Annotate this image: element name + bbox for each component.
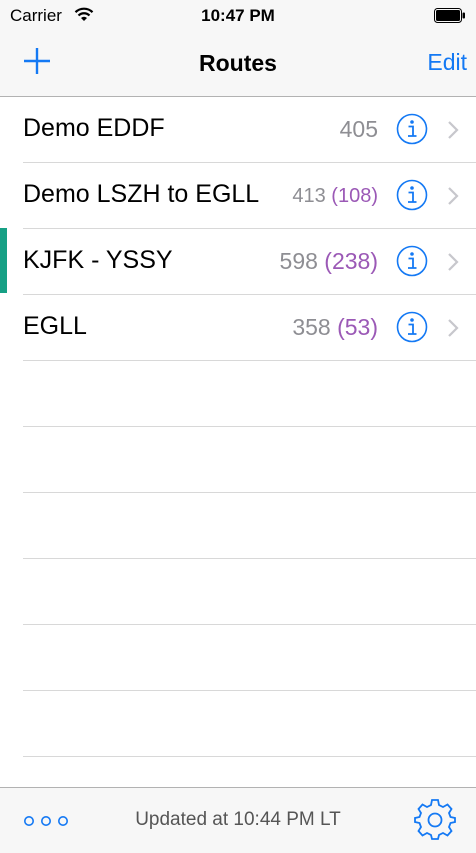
route-row[interactable]: Demo LSZH to EGLL 413 (108) bbox=[23, 163, 476, 229]
page-title: Routes bbox=[199, 50, 277, 76]
info-button[interactable] bbox=[396, 245, 428, 277]
route-row[interactable]: EGLL 358 (53) bbox=[23, 295, 476, 361]
routes-list: Demo EDDF 405 Demo LSZH to EGLL 413 (108… bbox=[0, 97, 476, 757]
route-row[interactable]: KJFK - YSSY 598 (238) bbox=[23, 229, 476, 295]
chevron-right-icon bbox=[447, 120, 459, 140]
chevron-right-icon bbox=[447, 186, 459, 206]
route-counts: 405 bbox=[340, 116, 378, 143]
chevron-right-icon bbox=[447, 252, 459, 272]
route-subcount: (238) bbox=[324, 248, 378, 274]
route-name: Demo EDDF bbox=[23, 114, 165, 142]
status-time: 10:47 PM bbox=[201, 6, 275, 25]
empty-row bbox=[23, 361, 476, 427]
updated-status: Updated at 10:44 PM LT bbox=[135, 809, 341, 830]
route-counts: 413 (108) bbox=[292, 185, 378, 208]
route-count: 413 bbox=[292, 185, 326, 207]
info-button[interactable] bbox=[396, 311, 428, 343]
info-button[interactable] bbox=[396, 179, 428, 211]
info-icon bbox=[396, 311, 428, 343]
route-row[interactable]: Demo EDDF 405 bbox=[23, 97, 476, 163]
add-route-button[interactable] bbox=[22, 46, 52, 76]
settings-button[interactable] bbox=[414, 799, 456, 841]
empty-row bbox=[23, 559, 476, 625]
bottom-toolbar: Updated at 10:44 PM LT bbox=[0, 787, 476, 853]
route-name: EGLL bbox=[23, 312, 87, 340]
info-icon bbox=[396, 179, 428, 211]
edit-button[interactable]: Edit bbox=[427, 49, 467, 76]
navigation-bar: Routes Edit bbox=[0, 32, 476, 97]
chevron-right-icon bbox=[447, 318, 459, 338]
route-count: 405 bbox=[339, 116, 378, 142]
route-name: Demo LSZH to EGLL bbox=[23, 180, 260, 208]
info-icon bbox=[396, 113, 428, 145]
empty-row bbox=[23, 427, 476, 493]
plus-icon bbox=[24, 48, 50, 74]
more-button[interactable] bbox=[23, 814, 69, 826]
empty-row bbox=[23, 625, 476, 691]
route-name: KJFK - YSSY bbox=[23, 246, 173, 274]
status-bar: Carrier 10:47 PM bbox=[0, 0, 476, 32]
empty-row bbox=[23, 691, 476, 757]
route-counts: 598 (238) bbox=[280, 248, 378, 275]
route-count: 358 bbox=[292, 314, 331, 340]
route-subcount: (53) bbox=[337, 314, 378, 340]
info-button[interactable] bbox=[396, 113, 428, 145]
info-icon bbox=[396, 245, 428, 277]
more-icon bbox=[24, 816, 68, 826]
route-counts: 358 (53) bbox=[292, 314, 378, 341]
battery-icon bbox=[434, 8, 466, 28]
route-subcount: (108) bbox=[331, 185, 378, 207]
route-count: 598 bbox=[279, 248, 318, 274]
gear-icon bbox=[414, 799, 456, 840]
empty-row bbox=[23, 493, 476, 559]
